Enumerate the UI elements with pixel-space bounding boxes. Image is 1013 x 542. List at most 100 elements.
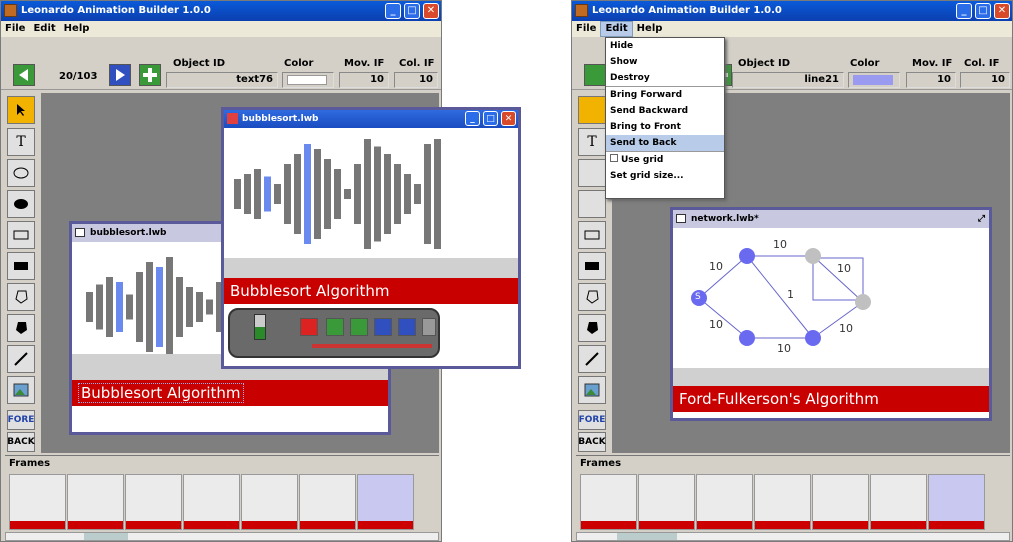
previous-frame-button[interactable] [584, 64, 606, 86]
frame-thumbnail[interactable] [9, 474, 66, 530]
close-button[interactable]: ✕ [994, 3, 1010, 19]
menu-set-grid-size[interactable]: Set grid size... [606, 168, 724, 184]
progress-bar[interactable] [312, 344, 432, 348]
menu-help[interactable]: Help [60, 21, 94, 37]
menu-send-to-back[interactable]: Send to Back [606, 135, 724, 151]
menu-use-grid[interactable]: Use grid [606, 152, 724, 168]
frame-thumbnail[interactable] [696, 474, 753, 530]
select-tool[interactable] [7, 96, 35, 124]
fast-forward-button[interactable] [374, 318, 392, 336]
window-title: Leonardo Animation Builder 1.0.0 [592, 5, 782, 16]
restore-icon[interactable]: ⤢ [978, 210, 985, 228]
frame-thumbnail[interactable] [299, 474, 356, 530]
frame-thumbnail[interactable] [67, 474, 124, 530]
select-tool[interactable] [578, 96, 606, 124]
text-tool[interactable]: T [7, 128, 35, 156]
frame-thumbnail[interactable] [580, 474, 637, 530]
frame-thumbnail[interactable] [125, 474, 182, 530]
color-field[interactable] [848, 72, 900, 88]
back-button[interactable]: BACK [7, 432, 35, 452]
inner-minimize-button[interactable]: _ [465, 111, 480, 126]
frame-thumbnail[interactable] [183, 474, 240, 530]
ellipse-tool[interactable] [578, 159, 606, 187]
frame-thumbnail[interactable] [357, 474, 414, 530]
polygon-tool[interactable] [7, 283, 35, 311]
frames-panel: Frames [576, 455, 1010, 539]
image-tool[interactable] [578, 376, 606, 404]
col-if-field[interactable]: 10 [394, 72, 438, 88]
menu-edit[interactable]: Edit [600, 21, 633, 37]
filled-polygon-tool[interactable] [578, 314, 606, 342]
rewind-button[interactable] [350, 318, 368, 336]
checkbox[interactable] [610, 154, 618, 162]
frame-thumbnail[interactable] [638, 474, 695, 530]
close-button[interactable]: ✕ [423, 3, 439, 19]
menu-bring-forward[interactable]: Bring Forward [606, 87, 724, 103]
maximize-button[interactable]: □ [975, 3, 991, 19]
stop-button[interactable] [300, 318, 318, 336]
network-window[interactable]: network.lwb* ⤢ S 10 10 10 1 10 10 10 Ford… [670, 207, 992, 421]
menu-file[interactable]: File [1, 21, 29, 37]
text-tool[interactable]: T [578, 128, 606, 156]
filled-ellipse-tool[interactable] [7, 190, 35, 218]
horizontal-scrollbar[interactable] [5, 532, 439, 541]
filled-polygon-tool[interactable] [7, 314, 35, 342]
filled-ellipse-tool[interactable] [578, 190, 606, 218]
menu-hide[interactable]: Hide [606, 38, 724, 54]
rectangle-tool[interactable] [7, 221, 35, 249]
menu-destroy[interactable]: Destroy [606, 70, 724, 86]
object-id-label: Object ID [173, 58, 226, 69]
menu-help[interactable]: Help [633, 21, 667, 37]
frame-thumbnail[interactable] [870, 474, 927, 530]
fore-button[interactable]: FORE [578, 410, 606, 430]
rectangle-tool[interactable] [578, 221, 606, 249]
minimize-button[interactable]: _ [956, 3, 972, 19]
line-tool[interactable] [578, 345, 606, 373]
inner-close-button[interactable]: ✕ [501, 111, 516, 126]
minimize-button[interactable]: _ [385, 3, 401, 19]
filled-rectangle-tool[interactable] [578, 252, 606, 280]
maximize-button[interactable]: □ [404, 3, 420, 19]
previous-frame-button[interactable] [13, 64, 35, 86]
title-bar: Leonardo Animation Builder 1.0.0 _ □ ✕ [1, 1, 441, 21]
menu-edit[interactable]: Edit [29, 21, 59, 37]
object-id-field[interactable]: line21 [732, 72, 844, 88]
object-id-field[interactable]: text76 [166, 72, 278, 88]
next-frame-button[interactable] [109, 64, 131, 86]
color-field[interactable] [282, 72, 334, 88]
color-label: Color [850, 58, 880, 69]
menu-bring-to-front[interactable]: Bring to Front [606, 119, 724, 135]
back-button[interactable]: BACK [578, 432, 606, 452]
speed-slider[interactable] [254, 314, 266, 340]
ellipse-tool[interactable] [7, 159, 35, 187]
line-tool[interactable] [7, 345, 35, 373]
caption-bar: Bubblesort Algorithm [72, 380, 388, 406]
image-tool[interactable] [7, 376, 35, 404]
mov-if-field[interactable]: 10 [339, 72, 389, 88]
pause-button[interactable] [422, 318, 436, 336]
caption-text: Bubblesort Algorithm [78, 383, 244, 403]
bubblesort-window-front[interactable]: bubblesort.lwb _ □ ✕ Bubblesort Algorith… [221, 107, 521, 369]
frame-thumbnail[interactable] [928, 474, 985, 530]
step-back-button[interactable] [326, 318, 344, 336]
mov-if-label: Mov. IF [912, 58, 953, 69]
horizontal-scrollbar[interactable] [576, 532, 1010, 541]
col-if-field[interactable]: 10 [960, 72, 1010, 88]
frames-label: Frames [9, 458, 51, 469]
edge-weight: 10 [839, 322, 853, 335]
menu-file[interactable]: File [572, 21, 600, 37]
bar-mark [274, 184, 281, 204]
menu-send-backward[interactable]: Send Backward [606, 103, 724, 119]
mov-if-field[interactable]: 10 [906, 72, 956, 88]
menu-show[interactable]: Show [606, 54, 724, 70]
workspace: bubblesort.lwb Bubblesort Algorithm bubb… [41, 93, 521, 453]
play-button[interactable] [398, 318, 416, 336]
frame-thumbnail[interactable] [241, 474, 298, 530]
filled-rectangle-tool[interactable] [7, 252, 35, 280]
inner-maximize-button[interactable]: □ [483, 111, 498, 126]
add-frame-button[interactable] [139, 64, 161, 86]
frame-thumbnail[interactable] [754, 474, 811, 530]
frame-thumbnail[interactable] [812, 474, 869, 530]
polygon-tool[interactable] [578, 283, 606, 311]
fore-button[interactable]: FORE [7, 410, 35, 430]
